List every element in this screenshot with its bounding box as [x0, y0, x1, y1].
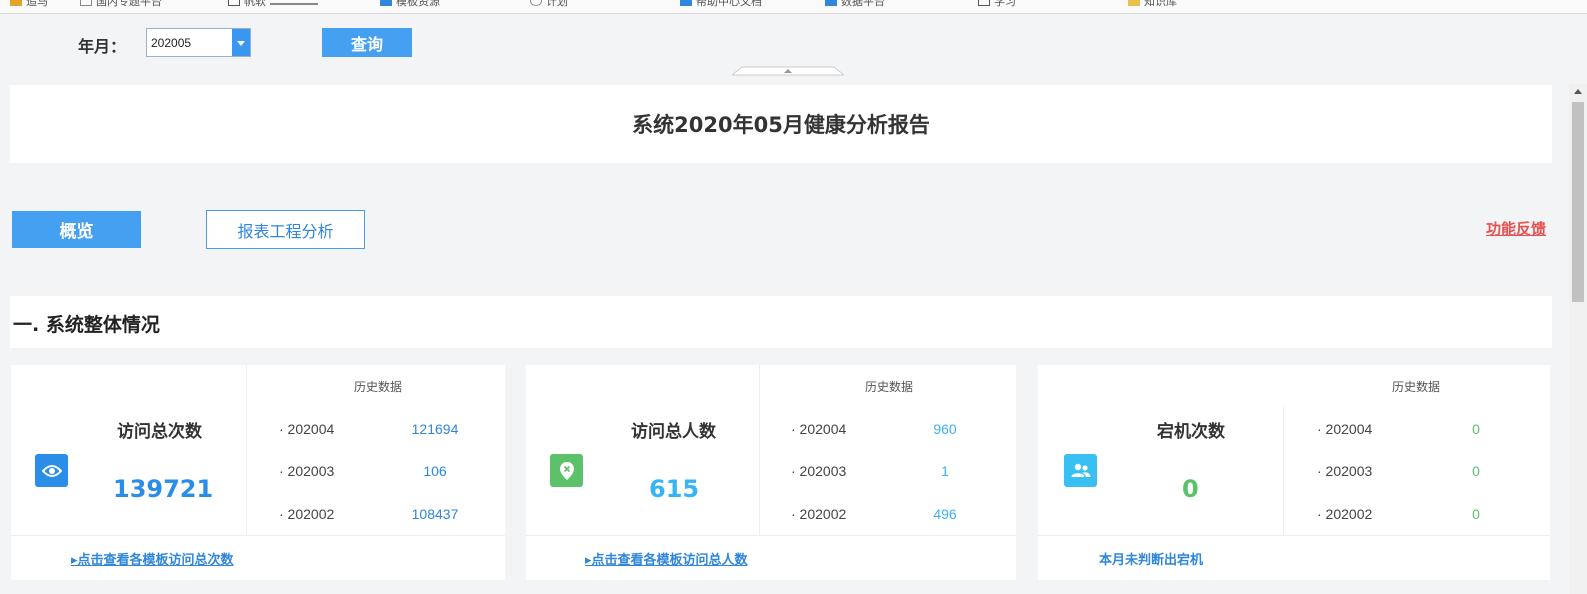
tab-report-analysis[interactable]: 报表工程分析	[206, 210, 365, 249]
year-month-select[interactable]: 202005	[146, 28, 251, 57]
history-row: · 202002	[279, 506, 335, 522]
bookmark-item[interactable]: 帆软	[228, 0, 318, 8]
metric-card-downtime: 宕机次数 0 历史数据 · 202004 0 · 202003 0 · 2020…	[1038, 365, 1550, 580]
bookmark-item[interactable]: 知识库	[1128, 0, 1177, 8]
collapse-toggle-icon[interactable]	[732, 66, 844, 76]
metric-value: 615	[649, 475, 700, 503]
section-header: 一. 系统整体情况	[10, 296, 1552, 348]
metric-main: 访问总次数 139721	[11, 365, 247, 535]
history-row: · 202003	[279, 463, 335, 479]
view-template-users-link[interactable]: ▸点击查看各模板访问总人数	[585, 549, 748, 568]
metric-value: 139721	[113, 475, 214, 503]
query-bar: 年月： 202005 查询	[0, 26, 1587, 60]
year-month-label: 年月：	[78, 37, 127, 56]
link-icon	[380, 0, 392, 6]
bookmarks-bar: 追马 国内专题平台 帆软 模板资源 计划 帮助中心文档 数据平台 学习 知识库	[0, 0, 1587, 14]
history-row: · 202003	[1317, 463, 1373, 479]
vertical-scrollbar[interactable]	[1569, 84, 1587, 594]
bookmark-item[interactable]: 帮助中心文档	[680, 0, 762, 8]
page-icon	[228, 0, 240, 6]
eye-icon	[35, 454, 68, 487]
star-icon	[10, 0, 22, 6]
users-icon	[1064, 454, 1097, 487]
bookmark-item[interactable]: 学习	[978, 0, 1016, 8]
report-title: 系统2020年05月健康分析报告	[632, 113, 930, 137]
report-header: 系统2020年05月健康分析报告	[10, 85, 1552, 163]
folder-icon	[1128, 0, 1140, 6]
metric-main: 访问总人数 615	[526, 365, 760, 535]
history-title: 历史数据	[865, 380, 914, 394]
history-title: 历史数据	[354, 380, 403, 394]
scroll-up-icon[interactable]	[1574, 89, 1582, 94]
query-button[interactable]: 查询	[322, 28, 412, 57]
history-title: 历史数据	[1392, 380, 1441, 394]
bookmark-item[interactable]: 国内专题平台	[80, 0, 162, 8]
bookmark-item[interactable]: 数据平台	[825, 0, 885, 8]
globe-icon	[530, 0, 542, 6]
history-row: · 202002	[791, 506, 847, 522]
metric-value: 0	[1182, 475, 1199, 503]
map-pin-icon	[550, 454, 583, 487]
history-row: · 202004	[1317, 421, 1373, 437]
metric-label: 宕机次数	[1157, 422, 1225, 442]
downtime-status-text: 本月未判断出宕机	[1099, 553, 1204, 568]
card-footer: ▸点击查看各模板访问总次数	[11, 535, 505, 580]
history-row: · 202003	[791, 463, 847, 479]
bookmark-item[interactable]: 计划	[530, 0, 568, 8]
card-footer: ▸点击查看各模板访问总人数	[526, 535, 1016, 580]
metric-label: 访问总次数	[117, 422, 202, 442]
view-template-visits-link[interactable]: ▸点击查看各模板访问总次数	[71, 549, 234, 568]
metric-card-users: 访问总人数 615 历史数据 · 202004 960 · 202003 1 ·…	[526, 365, 1016, 580]
link-icon	[825, 0, 837, 6]
page-icon	[978, 0, 990, 6]
card-footer: 本月未判断出宕机	[1038, 535, 1550, 580]
link-icon	[680, 0, 692, 6]
tab-overview[interactable]: 概览	[12, 211, 141, 248]
history-row: · 202004	[791, 421, 847, 437]
page-icon	[80, 0, 92, 6]
scrollbar-thumb[interactable]	[1572, 102, 1584, 302]
metric-label: 访问总人数	[631, 422, 716, 442]
bookmark-item[interactable]: 追马	[10, 0, 48, 8]
feedback-link[interactable]: 功能反馈	[1486, 218, 1546, 239]
section-title: 一. 系统整体情况	[13, 314, 160, 336]
metric-card-visits: 访问总次数 139721 历史数据 · 202004 121694 · 2020…	[11, 365, 505, 580]
bookmark-item[interactable]: 模板资源	[380, 0, 440, 8]
history-row: · 202002	[1317, 506, 1373, 522]
year-month-value: 202005	[151, 36, 192, 50]
history-row: · 202004	[279, 421, 335, 437]
chevron-down-icon[interactable]	[232, 29, 250, 56]
